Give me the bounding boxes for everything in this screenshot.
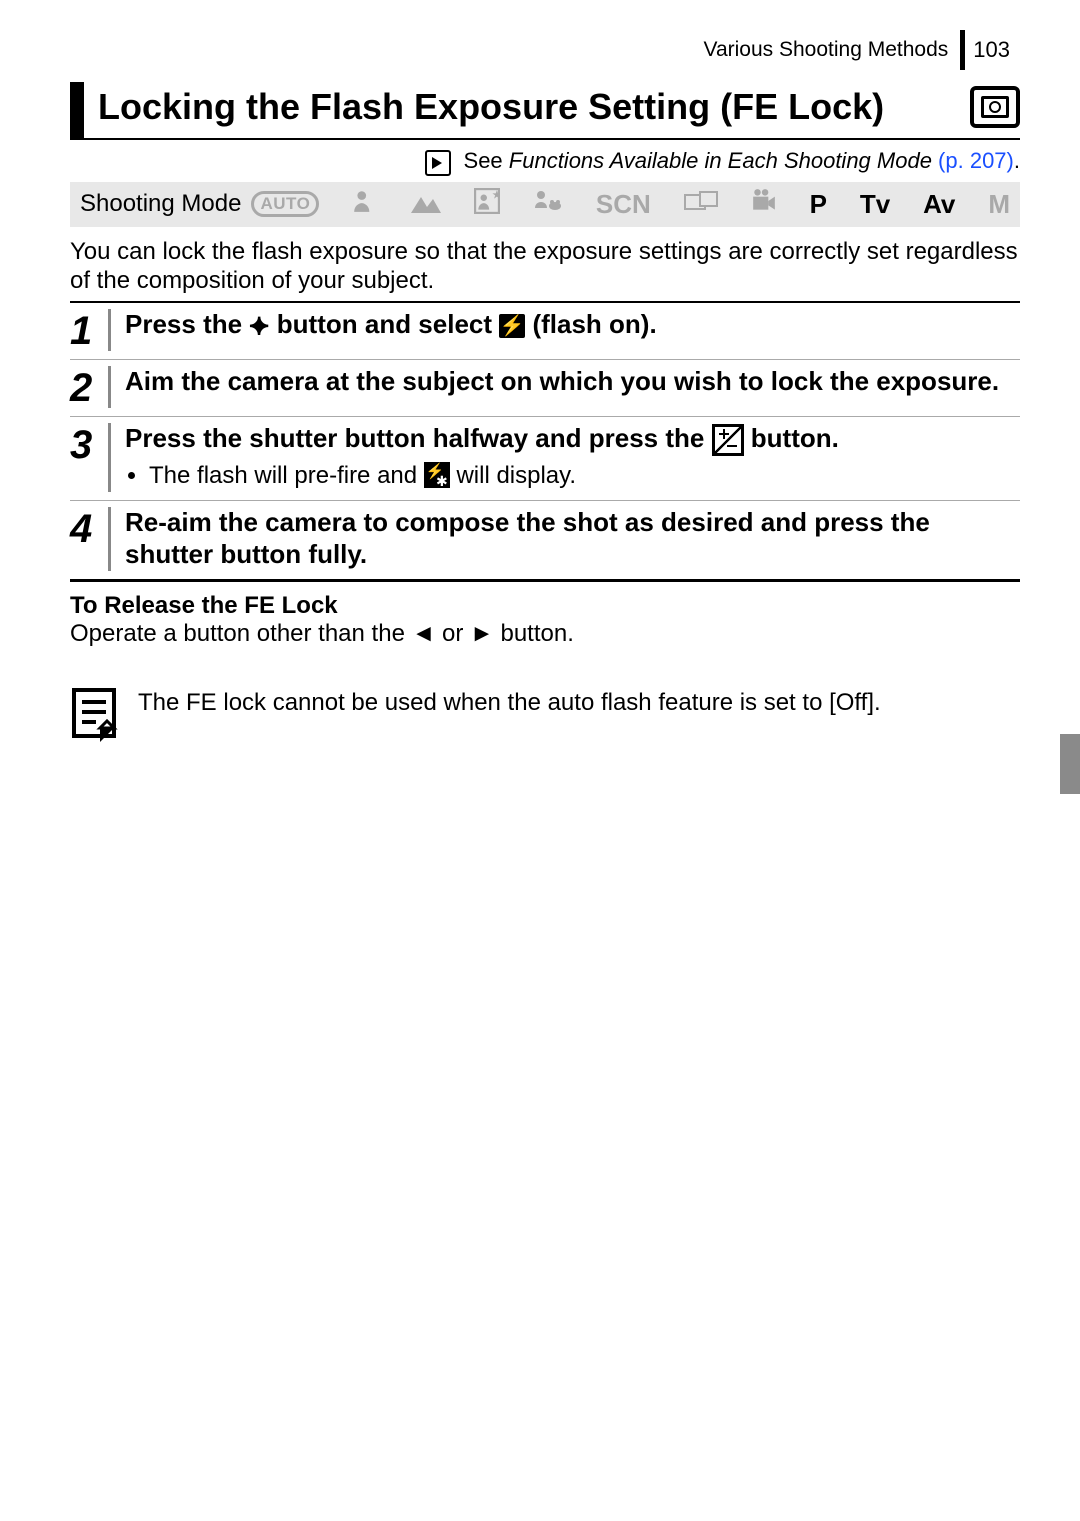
mode-tv-icon: Tv [860, 189, 890, 220]
see-link-text: Functions Available in Each Shooting Mod… [509, 148, 932, 173]
note-row: The FE lock cannot be used when the auto… [70, 688, 1020, 749]
step-number: 1 [70, 309, 111, 351]
release-body: Operate a button other than the ◄ or ► b… [70, 620, 1020, 648]
bullet-item: The flash will pre-fire and will display… [149, 462, 1016, 490]
shooting-mode-row: Shooting Mode AUTO ★ SCN P Tv [70, 182, 1020, 227]
mode-icons: AUTO ★ SCN P Tv Av M [251, 188, 1010, 221]
mode-night-snapshot-icon: ★ [474, 188, 500, 221]
page-title: Locking the Flash Exposure Setting (FE L… [98, 82, 970, 138]
step-heading: Re-aim the camera to compose the shot as… [125, 507, 1016, 570]
manual-page: Various Shooting Methods 103 Locking the… [0, 0, 1080, 809]
side-thumb-tab [1060, 734, 1080, 794]
mode-m-icon: M [988, 189, 1010, 220]
step-1: 1 Press the ⯌ button and select ⚡ (flash… [70, 303, 1020, 359]
step-number: 2 [70, 366, 111, 408]
exposure-compensation-icon [712, 424, 744, 456]
note-text: The FE lock cannot be used when the auto… [138, 688, 881, 718]
mode-kids-pets-icon [533, 188, 563, 221]
fe-lock-indicator-icon [424, 462, 450, 488]
release-title: To Release the FE Lock [70, 592, 1020, 620]
page-header: Various Shooting Methods 103 [70, 30, 1020, 70]
step-3: 3 Press the shutter button halfway and p… [70, 416, 1020, 500]
see-prefix: See [464, 148, 509, 173]
step-bullets: The flash will pre-fire and will display… [125, 462, 1016, 490]
mode-portrait-icon [352, 188, 378, 221]
reference-arrow-icon [425, 150, 451, 176]
right-arrow-icon: ► [470, 620, 494, 647]
memo-icon [70, 688, 118, 749]
mode-auto-icon: AUTO [251, 191, 319, 217]
release-section: To Release the FE Lock Operate a button … [70, 592, 1020, 648]
shooting-mode-label: Shooting Mode [80, 190, 241, 218]
step-2: 2 Aim the camera at the subject on which… [70, 359, 1020, 416]
step-heading: Press the shutter button halfway and pre… [125, 423, 1016, 456]
step-number: 4 [70, 507, 111, 570]
section-name: Various Shooting Methods [704, 38, 949, 62]
shooting-mode-indicator-icon [970, 86, 1020, 128]
mode-stitch-icon [684, 189, 718, 220]
left-arrow-icon: ◄ [412, 620, 436, 647]
intro-paragraph: You can lock the flash exposure so that … [70, 237, 1020, 296]
mode-p-icon: P [810, 189, 827, 220]
see-period: . [1014, 148, 1020, 173]
flash-button-icon: ⯌ [249, 310, 269, 342]
mode-av-icon: Av [923, 189, 955, 220]
step-number: 3 [70, 423, 111, 492]
step-4: 4 Re-aim the camera to compose the shot … [70, 500, 1020, 578]
step-heading: Aim the camera at the subject on which y… [125, 366, 1016, 398]
section-title-block: Locking the Flash Exposure Setting (FE L… [70, 82, 1020, 140]
svg-text:★: ★ [492, 189, 500, 200]
see-page-ref: (p. 207) [932, 148, 1014, 173]
page-number: 103 [973, 37, 1010, 63]
camera-icon [981, 96, 1009, 118]
header-divider [960, 30, 965, 70]
steps-list: 1 Press the ⯌ button and select ⚡ (flash… [70, 301, 1020, 582]
mode-scn-icon: SCN [596, 189, 651, 220]
mode-landscape-icon [411, 189, 441, 220]
step-heading: Press the ⯌ button and select ⚡ (flash o… [125, 309, 1016, 342]
flash-on-icon: ⚡ [499, 314, 525, 338]
see-also-line: See Functions Available in Each Shooting… [70, 148, 1020, 175]
mode-movie-icon [751, 188, 777, 221]
title-bar [70, 82, 84, 138]
